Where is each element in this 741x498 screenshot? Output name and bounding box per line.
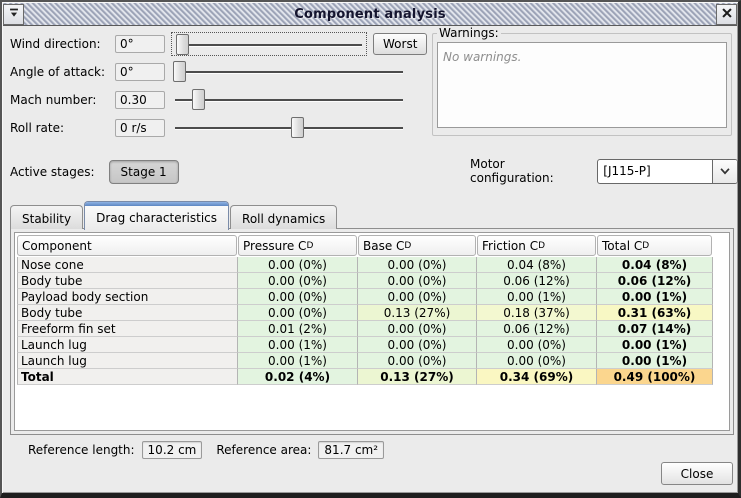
- mach-number-label: Mach number:: [10, 93, 115, 107]
- table-cell[interactable]: 0.00 (0%): [358, 353, 477, 369]
- table-cell[interactable]: 0.00 (0%): [358, 337, 477, 353]
- window-menu-icon: [7, 6, 21, 23]
- table-cell[interactable]: 0.34 (69%): [477, 369, 597, 385]
- table-cell[interactable]: 0.13 (27%): [358, 369, 477, 385]
- analysis-controls: Wind direction:0° Worst Angle of attack:0°…: [10, 30, 430, 142]
- table-cell[interactable]: 0.02 (4%): [238, 369, 358, 385]
- table-cell[interactable]: 0.06 (12%): [477, 321, 597, 337]
- motor-configuration-row: Motor configuration: [J115-P]: [470, 157, 738, 185]
- chevron-down-icon: [712, 160, 737, 183]
- table-cell[interactable]: 0.00 (1%): [238, 337, 358, 353]
- table-cell[interactable]: 0.00 (0%): [358, 289, 477, 305]
- roll-rate-slider-handle[interactable]: [291, 117, 304, 138]
- table-row-component[interactable]: Nose cone: [17, 257, 238, 273]
- analysis-tabs: StabilityDrag characteristicsRoll dynami…: [10, 200, 338, 229]
- close-window-button[interactable]: [716, 4, 737, 25]
- column-header-total-c[interactable]: Total CD: [597, 235, 712, 256]
- angle-of-attack-field[interactable]: 0°: [115, 63, 165, 81]
- table-row-component[interactable]: Launch lug: [17, 337, 238, 353]
- table-cell[interactable]: 0.31 (63%): [597, 305, 713, 321]
- roll-rate-slider[interactable]: [171, 116, 407, 140]
- reference-length-value: 10.2 cm: [142, 441, 203, 459]
- table-cell[interactable]: 0.00 (0%): [477, 353, 597, 369]
- wind-direction-slider[interactable]: [171, 32, 367, 56]
- table-cell[interactable]: 0.18 (37%): [477, 305, 597, 321]
- table-cell[interactable]: 0.00 (0%): [358, 257, 477, 273]
- table-cell[interactable]: 0.00 (1%): [597, 289, 713, 305]
- angle-of-attack-label: Angle of attack:: [10, 65, 115, 79]
- window-title: Component analysis: [24, 7, 716, 22]
- table-cell[interactable]: 0.00 (0%): [358, 321, 477, 337]
- table-row-component[interactable]: Freeform fin set: [17, 321, 238, 337]
- drag-table-scrollpane[interactable]: ComponentPressure CDBase CDFriction CDTo…: [14, 232, 730, 431]
- roll-rate-field[interactable]: 0 r/s: [115, 119, 165, 137]
- table-cell[interactable]: 0.06 (12%): [597, 273, 713, 289]
- column-header-base-c[interactable]: Base CD: [358, 235, 476, 256]
- table-cell[interactable]: 0.00 (0%): [238, 273, 358, 289]
- wind-direction-slider-handle[interactable]: [176, 34, 189, 55]
- worst-button[interactable]: Worst: [373, 33, 427, 55]
- reference-area-value: 81.7 cm²: [318, 441, 384, 459]
- table-cell[interactable]: 0.07 (14%): [597, 321, 713, 337]
- motor-configuration-value: [J115-P]: [598, 160, 712, 183]
- wind-direction-field[interactable]: 0°: [115, 35, 165, 53]
- table-cell[interactable]: 0.13 (27%): [358, 305, 477, 321]
- angle-of-attack-slider[interactable]: [171, 60, 407, 84]
- table-cell[interactable]: 0.04 (8%): [597, 257, 713, 273]
- drag-characteristics-panel: ComponentPressure CDBase CDFriction CDTo…: [10, 228, 734, 435]
- table-cell[interactable]: 0.06 (12%): [477, 273, 597, 289]
- table-cell[interactable]: 0.00 (1%): [597, 353, 713, 369]
- tab-stability[interactable]: Stability: [10, 205, 83, 229]
- tab-drag-characteristics[interactable]: Drag characteristics: [84, 201, 229, 230]
- table-cell[interactable]: 0.00 (0%): [238, 305, 358, 321]
- table-cell[interactable]: 0.01 (2%): [238, 321, 358, 337]
- warnings-title: Warnings:: [437, 26, 501, 40]
- reference-length-label: Reference length:: [28, 443, 135, 457]
- mach-number-slider-handle[interactable]: [192, 89, 205, 110]
- table-cell[interactable]: 0.04 (8%): [477, 257, 597, 273]
- component-analysis-dialog: Component analysis Wind direction:0° Wors…: [0, 0, 741, 498]
- warnings-list: No warnings.: [437, 42, 727, 128]
- mach-number-slider[interactable]: [171, 88, 407, 112]
- column-header-component[interactable]: Component: [17, 235, 237, 256]
- table-row-component[interactable]: Payload body section: [17, 289, 238, 305]
- mach-number-field[interactable]: 0.30: [115, 91, 165, 109]
- table-cell[interactable]: 0.00 (0%): [238, 289, 358, 305]
- table-row-component[interactable]: Body tube: [17, 305, 238, 321]
- active-stages-row: Active stages: Stage 1: [10, 158, 179, 186]
- roll-rate-label: Roll rate:: [10, 121, 115, 135]
- table-cell[interactable]: 0.00 (1%): [477, 289, 597, 305]
- active-stages-label: Active stages:: [10, 165, 95, 179]
- column-header-pressure-c[interactable]: Pressure CD: [238, 235, 357, 256]
- close-button[interactable]: Close: [661, 462, 733, 485]
- table-cell[interactable]: 0.49 (100%): [597, 369, 713, 385]
- motor-configuration-label: Motor configuration:: [470, 157, 589, 185]
- drag-table: ComponentPressure CDBase CDFriction CDTo…: [17, 235, 713, 385]
- tab-roll-dynamics[interactable]: Roll dynamics: [230, 205, 337, 229]
- table-row-component[interactable]: Body tube: [17, 273, 238, 289]
- reference-area-label: Reference area:: [216, 443, 311, 457]
- titlebar[interactable]: Component analysis: [3, 3, 737, 26]
- angle-of-attack-slider-handle[interactable]: [173, 61, 186, 82]
- motor-configuration-select[interactable]: [J115-P]: [597, 159, 738, 184]
- table-cell[interactable]: 0.00 (0%): [358, 273, 477, 289]
- window-menu-button[interactable]: [3, 4, 24, 25]
- table-cell[interactable]: 0.00 (1%): [238, 353, 358, 369]
- table-cell[interactable]: 0.00 (1%): [597, 337, 713, 353]
- column-header-friction-c[interactable]: Friction CD: [477, 235, 596, 256]
- wind-direction-label: Wind direction:: [10, 37, 115, 51]
- close-icon: [720, 6, 734, 23]
- table-row-component[interactable]: Launch lug: [17, 353, 238, 369]
- table-row-component[interactable]: Total: [17, 369, 238, 385]
- no-warnings-text: No warnings.: [443, 50, 521, 64]
- warnings-group: Warnings: No warnings.: [432, 26, 732, 136]
- reference-row: Reference length: 10.2 cm Reference area…: [28, 440, 398, 460]
- table-cell[interactable]: 0.00 (0%): [238, 257, 358, 273]
- table-cell[interactable]: 0.00 (0%): [477, 337, 597, 353]
- stage-1-toggle-button[interactable]: Stage 1: [109, 160, 179, 184]
